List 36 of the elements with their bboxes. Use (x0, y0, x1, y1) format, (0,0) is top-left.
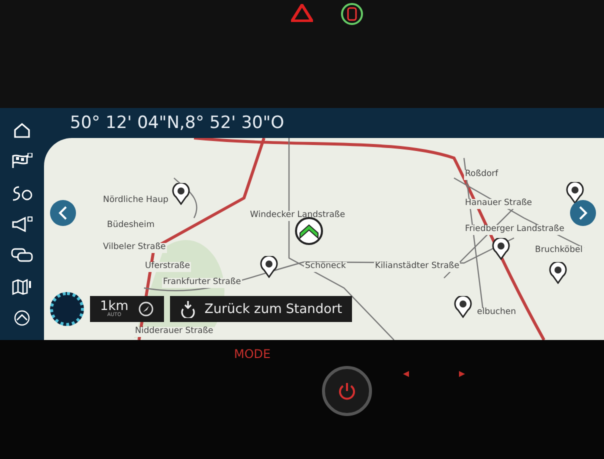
next-button[interactable] (570, 200, 596, 226)
map-label: Vilbeler Straße (102, 243, 167, 253)
route-timer-icon[interactable] (11, 184, 33, 201)
map-info-icon[interactable] (11, 278, 33, 295)
chevron-left-icon (58, 206, 68, 220)
map-label: Windecker Landstraße (249, 211, 346, 221)
zoom-dial[interactable] (50, 292, 84, 326)
map-label: Frankfurter Straße (162, 278, 242, 288)
return-arrow-icon (180, 300, 196, 318)
fuel-pin-icon[interactable] (260, 256, 278, 278)
traffic-cars-icon[interactable] (11, 247, 33, 264)
chevron-right-icon (578, 206, 588, 220)
map-view[interactable] (44, 138, 604, 340)
map-label: Friedberger Landstraße (464, 225, 566, 235)
map-label: Roßdorf (464, 170, 500, 180)
return-to-location-button[interactable]: Zurück zum Standort (170, 296, 352, 322)
map-label: Hanauer Straße (464, 199, 534, 209)
compass-icon[interactable] (138, 301, 154, 317)
map-label: Nördliche Haup (102, 196, 170, 206)
previous-button[interactable] (50, 200, 76, 226)
map-label: Uferstraße (144, 262, 191, 272)
map-label: Kilianstädter Straße (374, 262, 460, 272)
megaphone-icon[interactable] (11, 216, 33, 232)
map-label: Nidderauer Straße (134, 327, 214, 337)
previous-track-icon[interactable] (402, 370, 410, 378)
power-knob[interactable] (322, 366, 372, 416)
scale-distance: 1km (100, 300, 128, 313)
checkered-flag-icon[interactable] (11, 153, 33, 170)
map-label: elbuchen (476, 308, 518, 318)
hazard-icon[interactable] (291, 4, 313, 22)
mode-button[interactable]: MODE (232, 345, 273, 363)
next-track-icon[interactable] (458, 370, 466, 378)
map-label: Schöneck (304, 262, 347, 272)
pin-icon[interactable] (492, 238, 510, 260)
pin-icon[interactable] (549, 262, 567, 284)
home-icon[interactable] (13, 122, 31, 138)
